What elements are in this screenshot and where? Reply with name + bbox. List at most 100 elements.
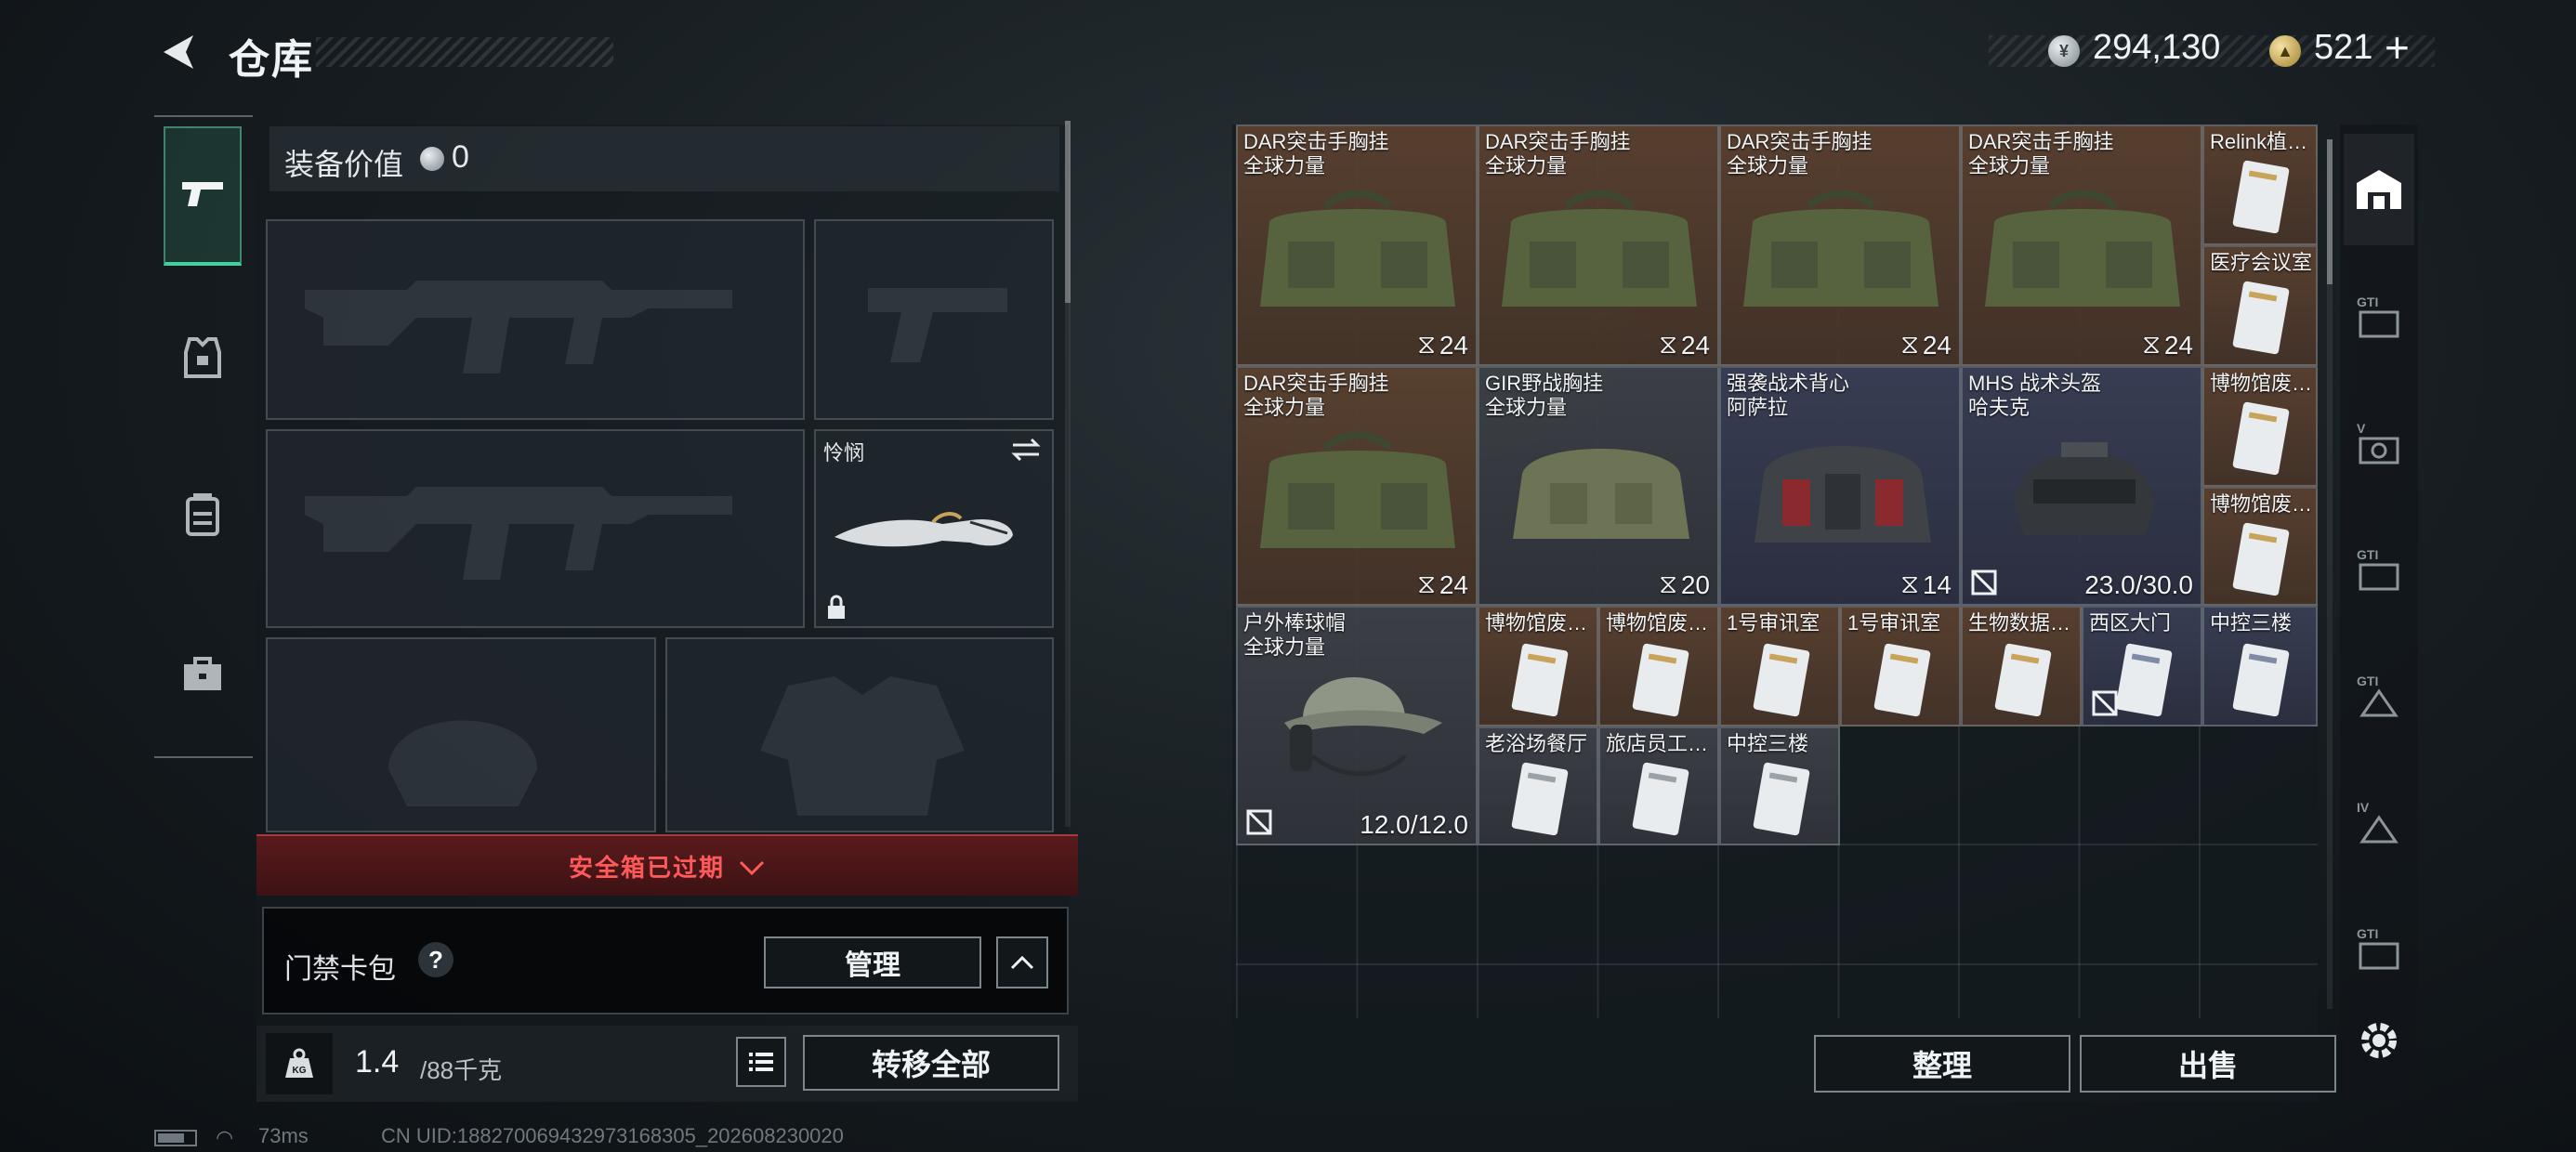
rifle-silhouette-icon [305, 487, 732, 580]
tab-case[interactable] [164, 604, 242, 743]
storage-item[interactable]: MHS 战术头盔 哈夫克 23.0/30.0 [1961, 366, 2202, 606]
melee-slot[interactable]: 怜悯 [814, 429, 1054, 628]
sidearm-slot[interactable] [814, 219, 1054, 420]
manage-button[interactable]: 管理 [764, 936, 981, 988]
battery-icon [154, 1130, 197, 1146]
gold-coin-icon: ▲ [2269, 35, 2301, 67]
secondary-weapon-slot[interactable] [266, 429, 805, 628]
storage-item[interactable]: DAR突击手胸挂 全球力量 ⧖ 24 [1961, 124, 2202, 366]
swap-icon[interactable] [1009, 437, 1043, 463]
keycard-item[interactable]: 博物馆废… [2202, 487, 2318, 606]
tab-storage-gti-2[interactable]: GTI [2344, 513, 2414, 624]
keycard-item[interactable]: 中控三楼 [1719, 727, 1840, 845]
help-icon[interactable]: ? [418, 942, 453, 977]
keycard-item[interactable]: 西区大门 [2082, 606, 2202, 727]
tab-weapons[interactable] [164, 126, 242, 266]
no-trade-icon [2092, 690, 2118, 716]
item-count: ⧖ 24 [1417, 330, 1468, 360]
gear-icon[interactable] [2355, 1016, 2403, 1069]
keycard-item[interactable]: 博物馆废… [1478, 606, 1598, 727]
sell-button[interactable]: 出售 [2080, 1035, 2336, 1093]
keycard-item[interactable]: 中控三楼 [2202, 606, 2318, 727]
keycard-item[interactable]: 博物馆废… [1598, 606, 1719, 727]
storage-item[interactable]: DAR突击手胸挂 全球力量 ⧖ 24 [1719, 124, 1961, 366]
storage-item[interactable]: DAR突击手胸挂 全球力量 ⧖ 24 [1236, 366, 1478, 606]
storage-item[interactable]: GIR野战胸挂 全球力量 ⧖ 20 [1478, 366, 1719, 606]
primary-weapon-slot[interactable] [266, 219, 805, 420]
tab-storage-gti-4[interactable]: GTI [2344, 892, 2414, 1003]
duffel-bag-icon [1502, 190, 1697, 307]
card-name: 中控三楼 [1727, 732, 1809, 755]
keycard-icon [1753, 762, 1810, 836]
svg-text:GTI: GTI [2357, 547, 2378, 562]
card-name: 博物馆废… [2210, 372, 2313, 395]
vest-silhouette-icon [760, 676, 965, 816]
storage-scroll-thumb[interactable] [2327, 139, 2333, 284]
storage-expansion-icon: GTI [2357, 295, 2399, 338]
keycard-icon [1994, 643, 2052, 717]
page-title: 仓库 [229, 37, 314, 83]
tab-backpack[interactable] [164, 446, 242, 585]
keycard-item[interactable]: Relink植… [2202, 124, 2318, 245]
keycard-item[interactable]: 生物数据… [1961, 606, 2082, 727]
storage-item[interactable]: 户外棒球帽 全球力量 12.0/12.0 [1236, 606, 1478, 845]
safe-box-expired-banner[interactable]: 安全箱已过期 [256, 834, 1078, 896]
keycard-icon [1511, 643, 1569, 717]
tab-storage-v[interactable]: V [2344, 386, 2414, 498]
keycard-icon [1511, 762, 1569, 836]
keycard-item[interactable]: 医疗会议室 [2202, 245, 2318, 366]
card-name: 博物馆废… [1606, 611, 1709, 635]
item-count: ⧖ 14 [1900, 569, 1952, 599]
card-name: 生物数据… [1968, 611, 2071, 635]
armor-slot[interactable] [665, 637, 1054, 832]
duffel-bag-icon [1743, 190, 1939, 307]
add-currency-button[interactable]: + [2385, 22, 2410, 72]
briefcase-icon [184, 657, 221, 690]
storage-item[interactable]: DAR突击手胸挂 全球力量 ⧖ 24 [1236, 124, 1478, 366]
keycard-icon [1873, 643, 1931, 717]
collapse-button[interactable] [996, 936, 1048, 988]
tab-armor[interactable] [164, 288, 242, 427]
keycard-wallet-label: 门禁卡包 [284, 954, 396, 985]
item-durability: 23.0/30.0 [2084, 570, 2193, 599]
keycard-item[interactable]: 1号审讯室 [1840, 606, 1961, 727]
weight-max: /88千克 [420, 1056, 503, 1084]
keycard-item[interactable]: 1号审讯室 [1719, 606, 1840, 727]
card-name: 医疗会议室 [2210, 251, 2313, 274]
lock-icon [828, 595, 845, 619]
item-count: ⧖ 20 [1659, 569, 1710, 599]
weight-icon: KG [266, 1033, 333, 1094]
item-name: 强袭战术背心 阿萨拉 [1727, 372, 1850, 419]
storage-expansion-icon: GTI [2357, 674, 2399, 717]
chevron-down-icon [739, 860, 765, 876]
keycard-item[interactable]: 博物馆废… [2202, 366, 2318, 487]
helmet-slot[interactable] [266, 637, 656, 832]
item-count: ⧖ 24 [1900, 330, 1952, 360]
card-name: 博物馆废… [1485, 611, 1588, 635]
keycard-item[interactable]: 旅店员工… [1598, 727, 1719, 845]
title-decoration [316, 37, 613, 67]
card-name: 旅店员工… [1606, 732, 1709, 755]
keycard-item[interactable]: 老浴场餐厅 [1478, 727, 1598, 845]
keycard-icon [2232, 281, 2290, 355]
storage-expansion-icon: GTI [2357, 547, 2399, 591]
storage-item[interactable]: DAR突击手胸挂 全球力量 ⧖ 24 [1478, 124, 1719, 366]
keycard-icon [2232, 522, 2290, 596]
transfer-all-button[interactable]: 转移全部 [803, 1035, 1059, 1091]
storage-item[interactable]: 强袭战术背心 阿萨拉 ⧖ 14 [1719, 366, 1961, 606]
equipment-scroll-thumb[interactable] [1065, 121, 1071, 303]
gold-currency: 521 [2314, 28, 2373, 67]
sort-button[interactable]: 整理 [1814, 1035, 2070, 1093]
vest-icon [184, 337, 221, 378]
tactical-vest-icon [1755, 446, 1931, 543]
tab-warehouse-main[interactable] [2344, 134, 2414, 245]
tab-storage-iv[interactable]: IV [2344, 766, 2414, 877]
card-name: 1号审讯室 [1847, 611, 1941, 635]
keycard-icon [2232, 401, 2290, 476]
list-view-button[interactable] [736, 1037, 786, 1087]
safe-box-status: 安全箱已过期 [568, 853, 725, 882]
item-name: GIR野战胸挂 全球力量 [1485, 372, 1604, 419]
back-icon[interactable] [156, 30, 201, 74]
tab-storage-gti-1[interactable]: GTI [2344, 260, 2414, 372]
tab-storage-gti-3[interactable]: GTI [2344, 639, 2414, 751]
